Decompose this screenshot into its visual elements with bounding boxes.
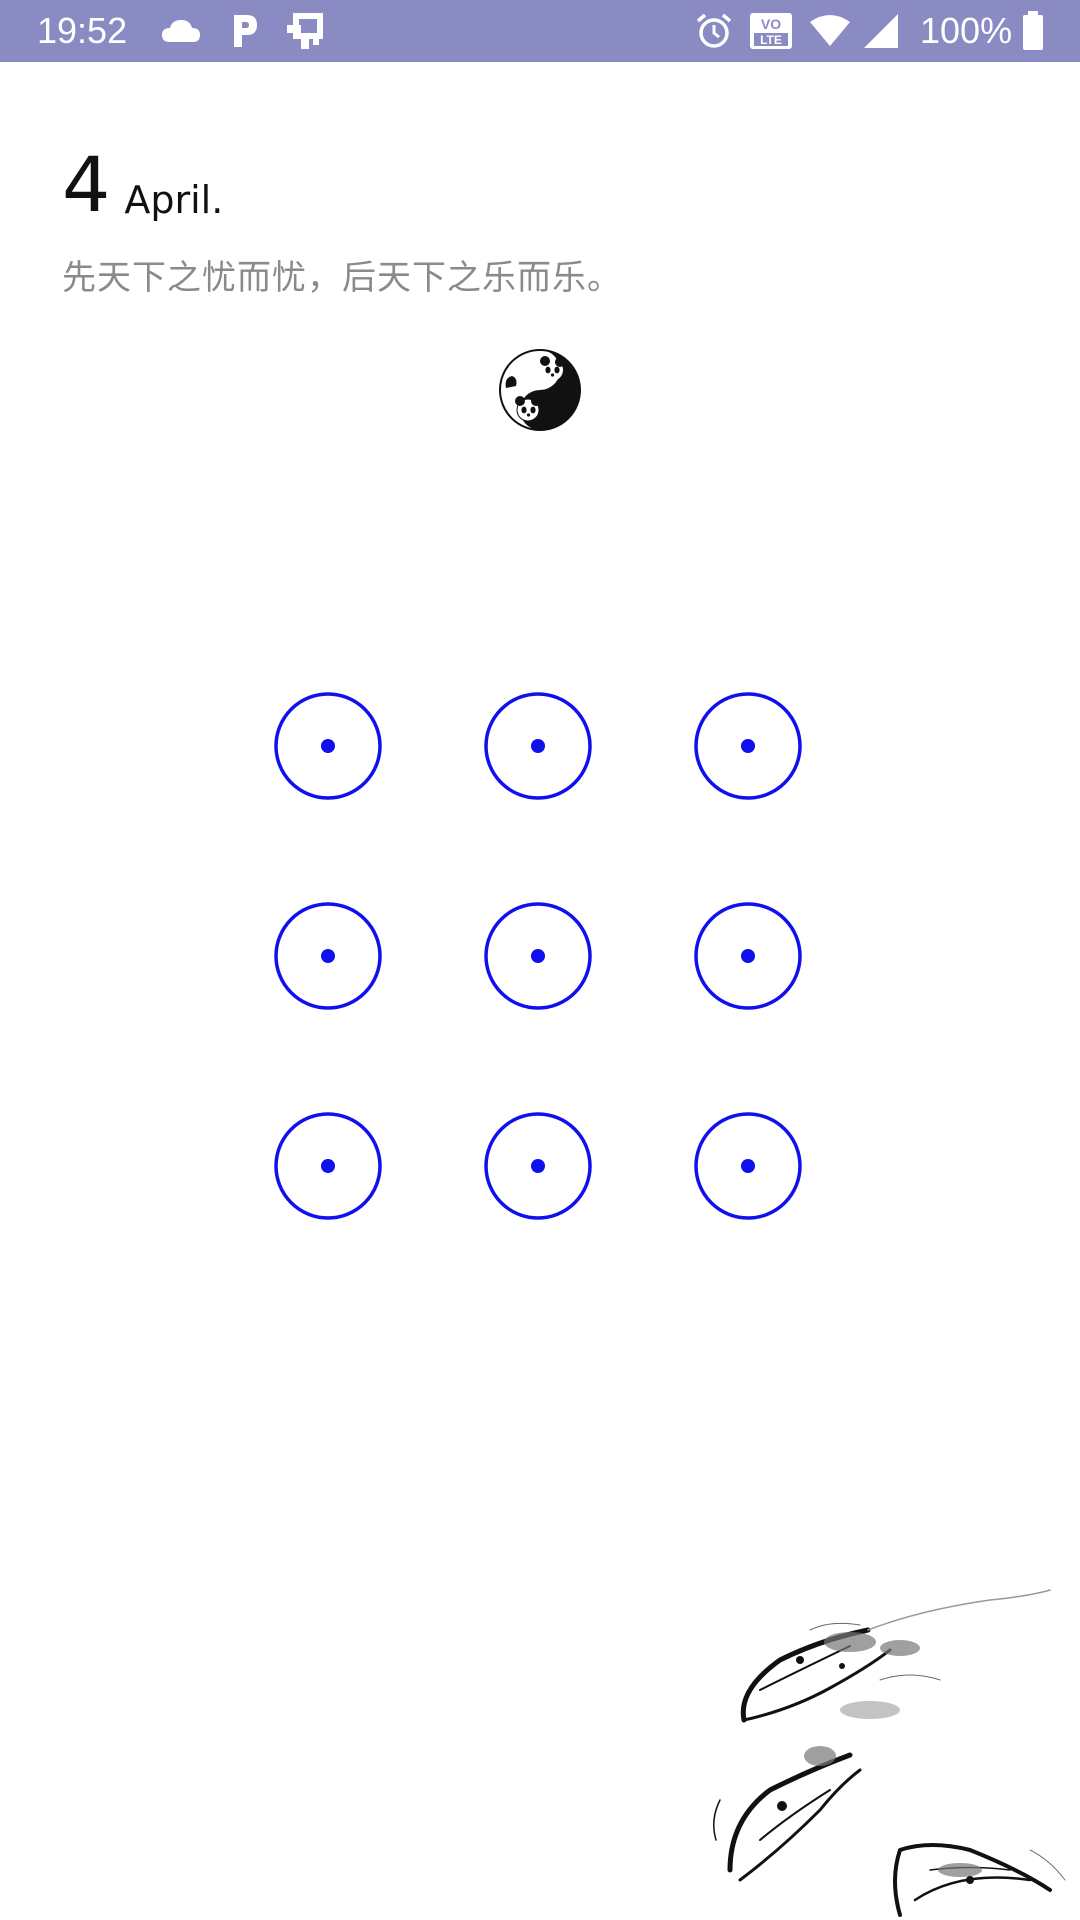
panda-yin-yang-icon xyxy=(496,348,584,432)
notification-app-icon xyxy=(285,0,327,62)
status-bar: 19:52 VO LTE 100% xyxy=(0,0,1080,62)
cloud-icon xyxy=(160,0,202,62)
wifi-icon xyxy=(810,0,850,62)
battery-icon xyxy=(1022,0,1044,62)
ink-painting-decoration xyxy=(700,1570,1080,1920)
parking-icon xyxy=(230,0,260,62)
quote-text: 先天下之忧而忧，后天下之乐而乐。 xyxy=(62,258,622,298)
pattern-dot-1[interactable] xyxy=(272,690,384,802)
pattern-dot-9[interactable] xyxy=(692,1110,804,1222)
volte-icon: VO LTE xyxy=(748,0,794,62)
signal-icon xyxy=(862,0,900,62)
pattern-dot-7[interactable] xyxy=(272,1110,384,1222)
pattern-dot-2[interactable] xyxy=(482,690,594,802)
date-display: 4 April. xyxy=(62,140,223,230)
svg-text:VO: VO xyxy=(761,16,781,32)
pattern-dot-5[interactable] xyxy=(482,900,594,1012)
pattern-dot-6[interactable] xyxy=(692,900,804,1012)
status-time: 19:52 xyxy=(37,10,128,51)
alarm-icon xyxy=(695,0,733,62)
date-day: 4 xyxy=(62,140,111,229)
date-month: April. xyxy=(124,178,224,222)
pattern-dot-3[interactable] xyxy=(692,690,804,802)
pattern-dot-8[interactable] xyxy=(482,1110,594,1222)
svg-text:LTE: LTE xyxy=(760,33,782,47)
pattern-dot-4[interactable] xyxy=(272,900,384,1012)
battery-percent: 100% xyxy=(920,10,1013,51)
pattern-lock-grid[interactable] xyxy=(270,688,810,1228)
